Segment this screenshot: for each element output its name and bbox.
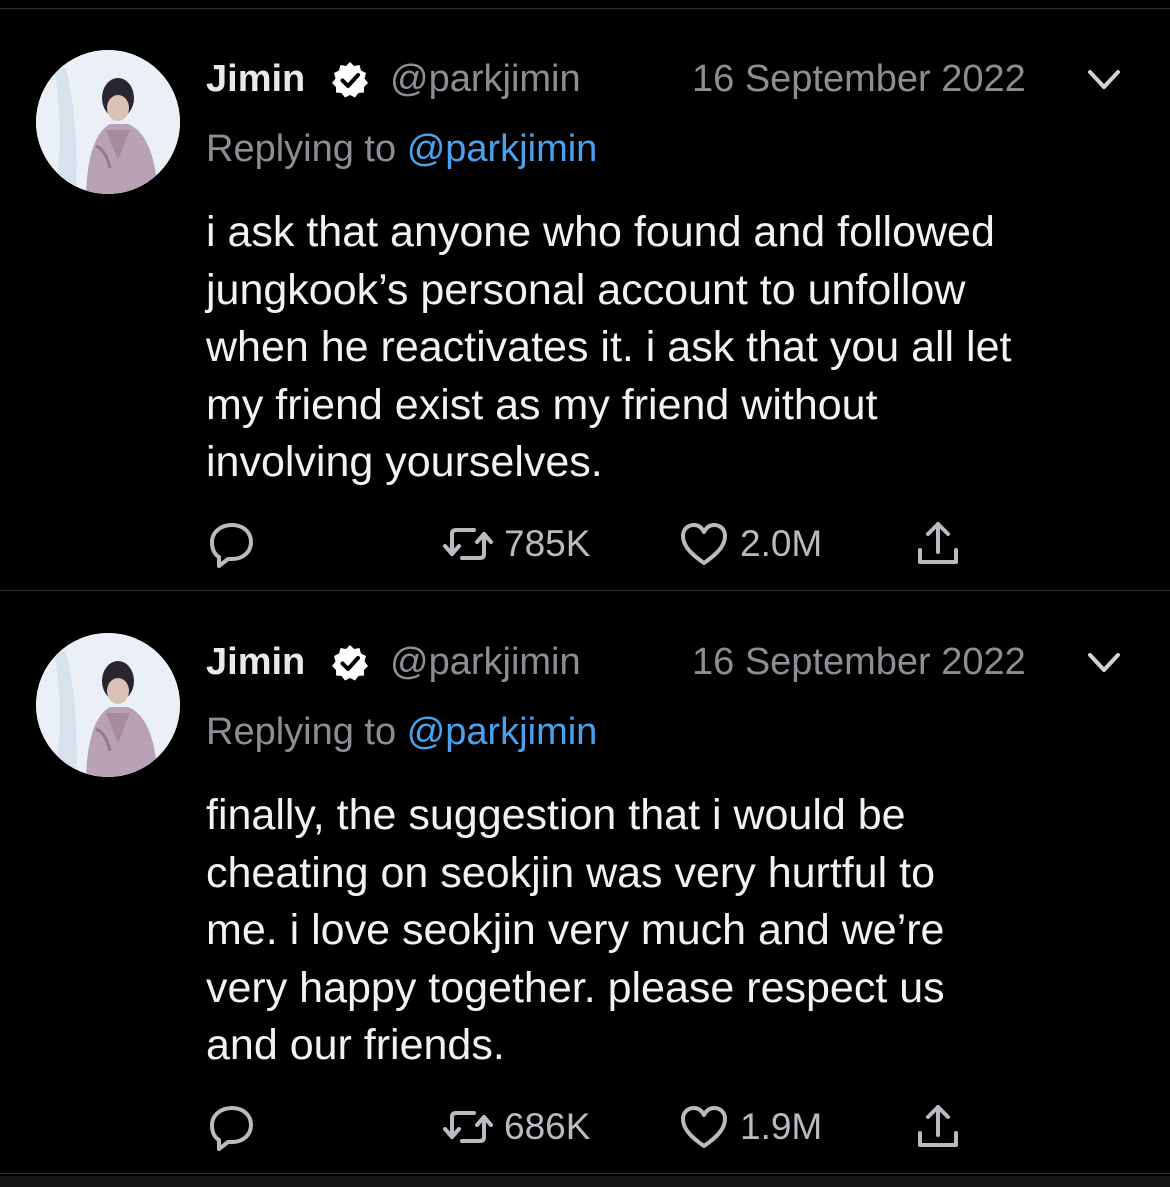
tweet-text: finally, the suggestion that i would be …	[206, 791, 945, 1069]
share-icon	[918, 522, 958, 564]
author-handle[interactable]: @parkjimin	[390, 58, 581, 101]
tweet-date[interactable]: 16 September 2022	[692, 641, 1026, 684]
replying-mention[interactable]: @parkjimin	[407, 711, 598, 753]
like-count: 2.0M	[740, 523, 823, 564]
reply-button[interactable]	[206, 516, 258, 572]
author-handle[interactable]: @parkjimin	[390, 641, 581, 684]
replying-to: Replying to @parkjimin	[206, 711, 597, 754]
replying-to: Replying to @parkjimin	[206, 128, 597, 171]
tweet-2[interactable]: Jimin @parkjimin 16 September 2022 Reply…	[0, 591, 1170, 1174]
retweet-button[interactable]: 686K	[442, 1099, 590, 1155]
tweet-1[interactable]: Jimin @parkjimin 16 September 2022 Reply…	[0, 8, 1170, 591]
like-icon	[681, 1106, 727, 1148]
share-icon	[918, 1105, 958, 1147]
reply-icon	[210, 1106, 253, 1151]
like-button[interactable]: 2.0M	[678, 516, 822, 572]
like-icon	[681, 523, 727, 565]
retweet-icon	[443, 1111, 493, 1143]
reply-icon	[210, 523, 253, 568]
bottom-bar	[0, 1176, 1170, 1187]
author-name[interactable]: Jimin	[206, 58, 305, 101]
avatar-image	[36, 50, 180, 194]
like-button[interactable]: 1.9M	[678, 1099, 822, 1155]
replying-prefix: Replying to	[206, 128, 397, 170]
retweet-count: 785K	[504, 523, 591, 564]
avatar[interactable]	[36, 633, 180, 777]
replying-mention[interactable]: @parkjimin	[407, 128, 598, 170]
avatar[interactable]	[36, 50, 180, 194]
tweet-actions: 785K 2.0M	[206, 516, 1106, 572]
replying-prefix: Replying to	[206, 711, 397, 753]
reply-button[interactable]	[206, 1099, 258, 1155]
retweet-button[interactable]: 785K	[442, 516, 590, 572]
share-button[interactable]	[912, 1099, 964, 1155]
tweet-header: Jimin @parkjimin 16 September 2022	[206, 52, 1136, 104]
verified-badge-icon	[332, 62, 368, 98]
tweet-header: Jimin @parkjimin 16 September 2022	[206, 635, 1136, 687]
retweet-count: 686K	[504, 1106, 591, 1147]
share-button[interactable]	[912, 516, 964, 572]
avatar-image	[36, 633, 180, 777]
chevron-down-icon[interactable]	[1086, 649, 1122, 677]
tweet-date[interactable]: 16 September 2022	[692, 58, 1026, 101]
retweet-icon	[443, 528, 493, 560]
author-name[interactable]: Jimin	[206, 641, 305, 684]
tweet-text: i ask that anyone who found and followed…	[206, 208, 1012, 486]
verified-badge-icon	[332, 645, 368, 681]
like-count: 1.9M	[740, 1106, 823, 1147]
chevron-down-icon[interactable]	[1086, 66, 1122, 94]
tweet-actions: 686K 1.9M	[206, 1099, 1106, 1155]
